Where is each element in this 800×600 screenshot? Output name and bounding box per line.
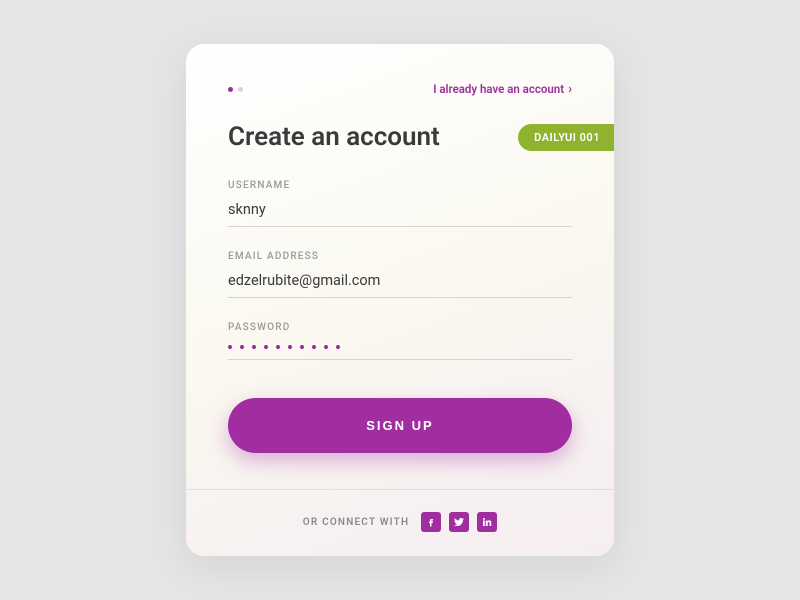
username-input[interactable] — [228, 197, 572, 227]
username-label: USERNAME — [228, 180, 572, 191]
linkedin-icon[interactable] — [477, 512, 497, 532]
login-link-label: I already have an account — [433, 82, 564, 96]
email-input[interactable] — [228, 268, 572, 298]
username-field: USERNAME — [228, 180, 572, 227]
email-field: EMAIL ADDRESS — [228, 251, 572, 298]
dailyui-badge: DAILYUI 001 — [518, 124, 614, 151]
social-label: OR CONNECT WITH — [303, 517, 409, 528]
step-dot-2 — [238, 87, 243, 92]
facebook-icon[interactable] — [421, 512, 441, 532]
twitter-icon[interactable] — [449, 512, 469, 532]
social-row: OR CONNECT WITH — [186, 490, 614, 556]
step-dots — [228, 87, 243, 92]
email-label: EMAIL ADDRESS — [228, 251, 572, 262]
signup-button[interactable]: SIGN UP — [228, 398, 572, 453]
password-label: PASSWORD — [228, 322, 572, 333]
step-dot-1 — [228, 87, 233, 92]
signup-card: I already have an account › Create an ac… — [186, 44, 614, 556]
login-link[interactable]: I already have an account › — [433, 82, 572, 96]
password-field: PASSWORD — [228, 322, 572, 360]
page-title: Create an account — [228, 122, 440, 152]
chevron-right-icon: › — [568, 83, 572, 96]
password-input[interactable] — [228, 339, 572, 360]
top-row: I already have an account › — [228, 82, 572, 96]
